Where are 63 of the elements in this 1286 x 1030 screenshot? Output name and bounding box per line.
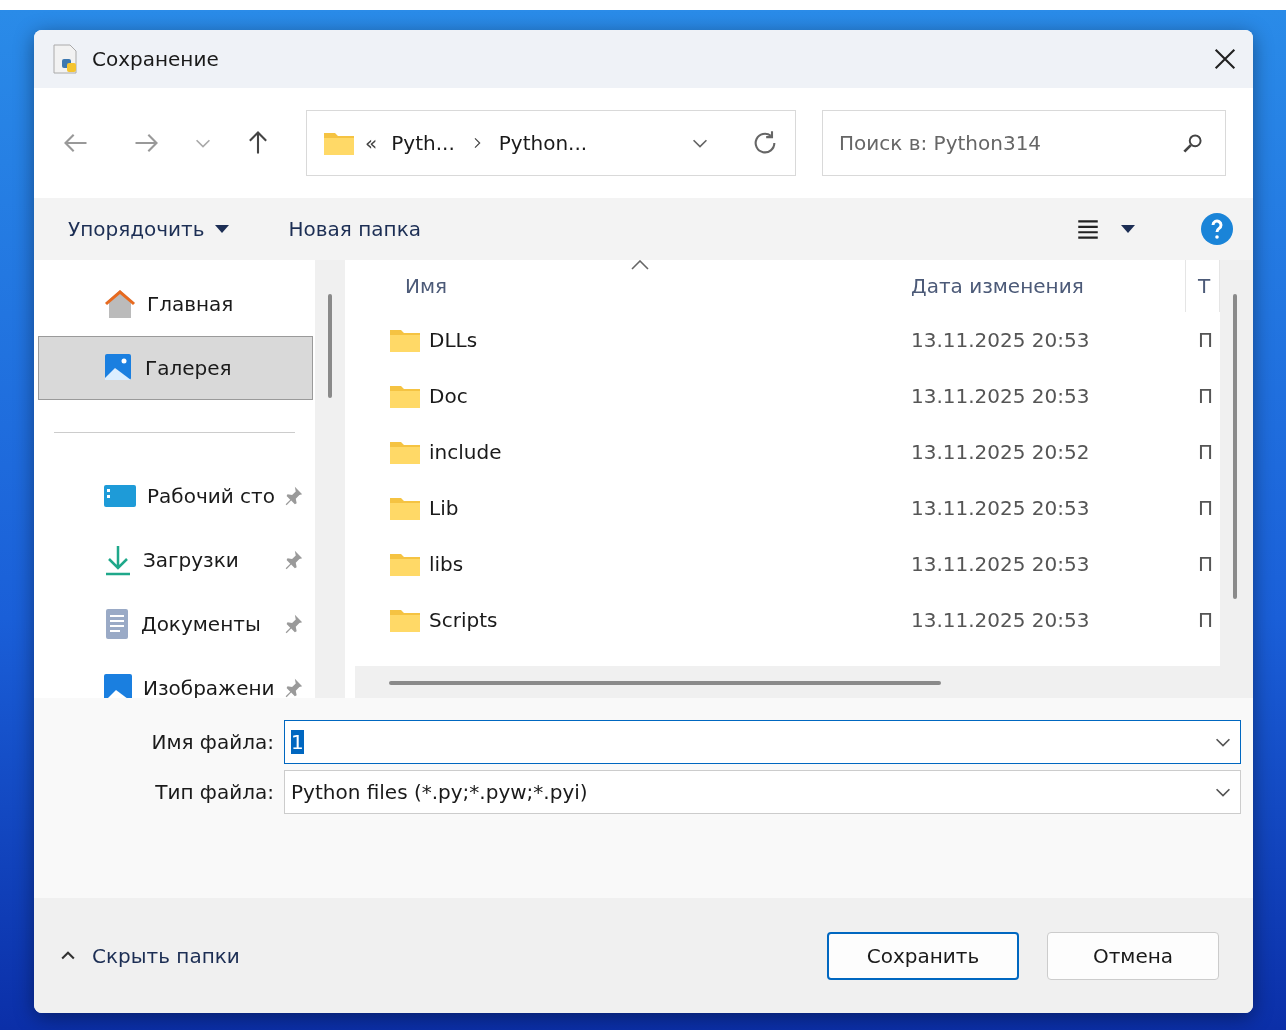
date-cell-text: 13.11.2025 20:53 xyxy=(910,608,1091,632)
type-cell-text: П xyxy=(1197,496,1215,520)
type-cell-text: П xyxy=(1197,608,1215,632)
field-label: Тип файла: xyxy=(154,780,274,804)
folder-icon xyxy=(389,327,421,353)
folder-icon xyxy=(389,439,421,465)
overflow-chevron[interactable]: « xyxy=(365,131,378,155)
folder-icon xyxy=(389,495,421,521)
window-title: Сохранение xyxy=(92,47,220,71)
sidebar-item[interactable]: Галерея xyxy=(38,336,313,400)
column-header[interactable]: Имя xyxy=(355,260,899,312)
file-name-cell[interactable]: libs xyxy=(355,551,899,577)
date-cell-text: 13.11.2025 20:52 xyxy=(910,440,1091,464)
folder-icon xyxy=(389,607,421,633)
folder-icon xyxy=(389,383,421,409)
date-cell-text: 13.11.2025 20:53 xyxy=(910,328,1091,352)
date-cell-text: 13.11.2025 20:53 xyxy=(910,496,1091,520)
hide-folders-button[interactable]: Скрыть папки xyxy=(58,943,240,968)
folder-icon xyxy=(389,551,421,577)
desktop-icon xyxy=(103,483,137,509)
folder-icon xyxy=(323,130,355,156)
breadcrumb[interactable]: Python... xyxy=(494,131,592,155)
sidebar-item[interactable]: Документы xyxy=(38,592,313,656)
file-name-cell[interactable]: Scripts xyxy=(355,607,899,633)
help-button[interactable] xyxy=(1201,213,1233,245)
file-type-dropdown[interactable]: Python files (*.py;*.pyw;*.pyi) xyxy=(284,770,1241,814)
field-label: Имя файла: xyxy=(150,730,274,754)
file-name-cell[interactable]: Doc xyxy=(355,383,899,409)
sidebar-item[interactable]: Главная xyxy=(38,272,313,336)
sidebar-label: Документы xyxy=(141,612,262,636)
new-folder-button[interactable]: Новая папка xyxy=(288,217,421,241)
cancel-button[interactable]: Отмена xyxy=(1047,931,1219,980)
caret-icon xyxy=(214,225,229,233)
address-bar[interactable]: « Pyth... Python... xyxy=(306,110,796,176)
sidebar-label: Рабочий сто xyxy=(147,484,276,508)
house-icon xyxy=(103,288,137,320)
type-cell-text: П xyxy=(1197,552,1215,576)
download-icon xyxy=(103,544,133,576)
search-field[interactable]: Поиск в: Python314 xyxy=(822,110,1226,176)
file-name-cell[interactable]: include xyxy=(355,439,899,465)
file-list-scrollbar[interactable] xyxy=(1220,260,1253,698)
column-header[interactable]: Дата изменения xyxy=(899,260,1186,312)
type-cell-text: П xyxy=(1197,328,1215,352)
date-cell-text: 13.11.2025 20:53 xyxy=(910,384,1091,408)
file-name-cell[interactable]: Lib xyxy=(355,495,899,521)
help-icon xyxy=(1201,213,1233,245)
sidebar-label: Галерея xyxy=(145,356,233,380)
sidebar-item[interactable]: Загрузки xyxy=(38,528,313,592)
sidebar-label: Главная xyxy=(147,292,235,316)
sidebar-item[interactable]: Рабочий сто xyxy=(38,464,313,528)
organize-menu[interactable]: Упорядочить xyxy=(68,217,229,241)
date-cell-text: 13.11.2025 20:53 xyxy=(910,552,1091,576)
save-button[interactable]: Сохранить xyxy=(827,931,1019,980)
sidebar-scrollbar[interactable] xyxy=(315,260,345,698)
caret-icon xyxy=(1121,225,1135,233)
breadcrumb[interactable]: Pyth... xyxy=(387,131,459,155)
sidebar-label: Загрузки xyxy=(143,548,240,572)
file-name-cell[interactable]: DLLs xyxy=(355,327,899,353)
horizontal-scrollbar[interactable] xyxy=(355,666,1220,698)
type-cell-text: П xyxy=(1197,384,1215,408)
document-icon xyxy=(103,608,131,640)
file-name-field[interactable]: 1 xyxy=(284,720,1241,764)
type-cell-text: П xyxy=(1197,440,1215,464)
